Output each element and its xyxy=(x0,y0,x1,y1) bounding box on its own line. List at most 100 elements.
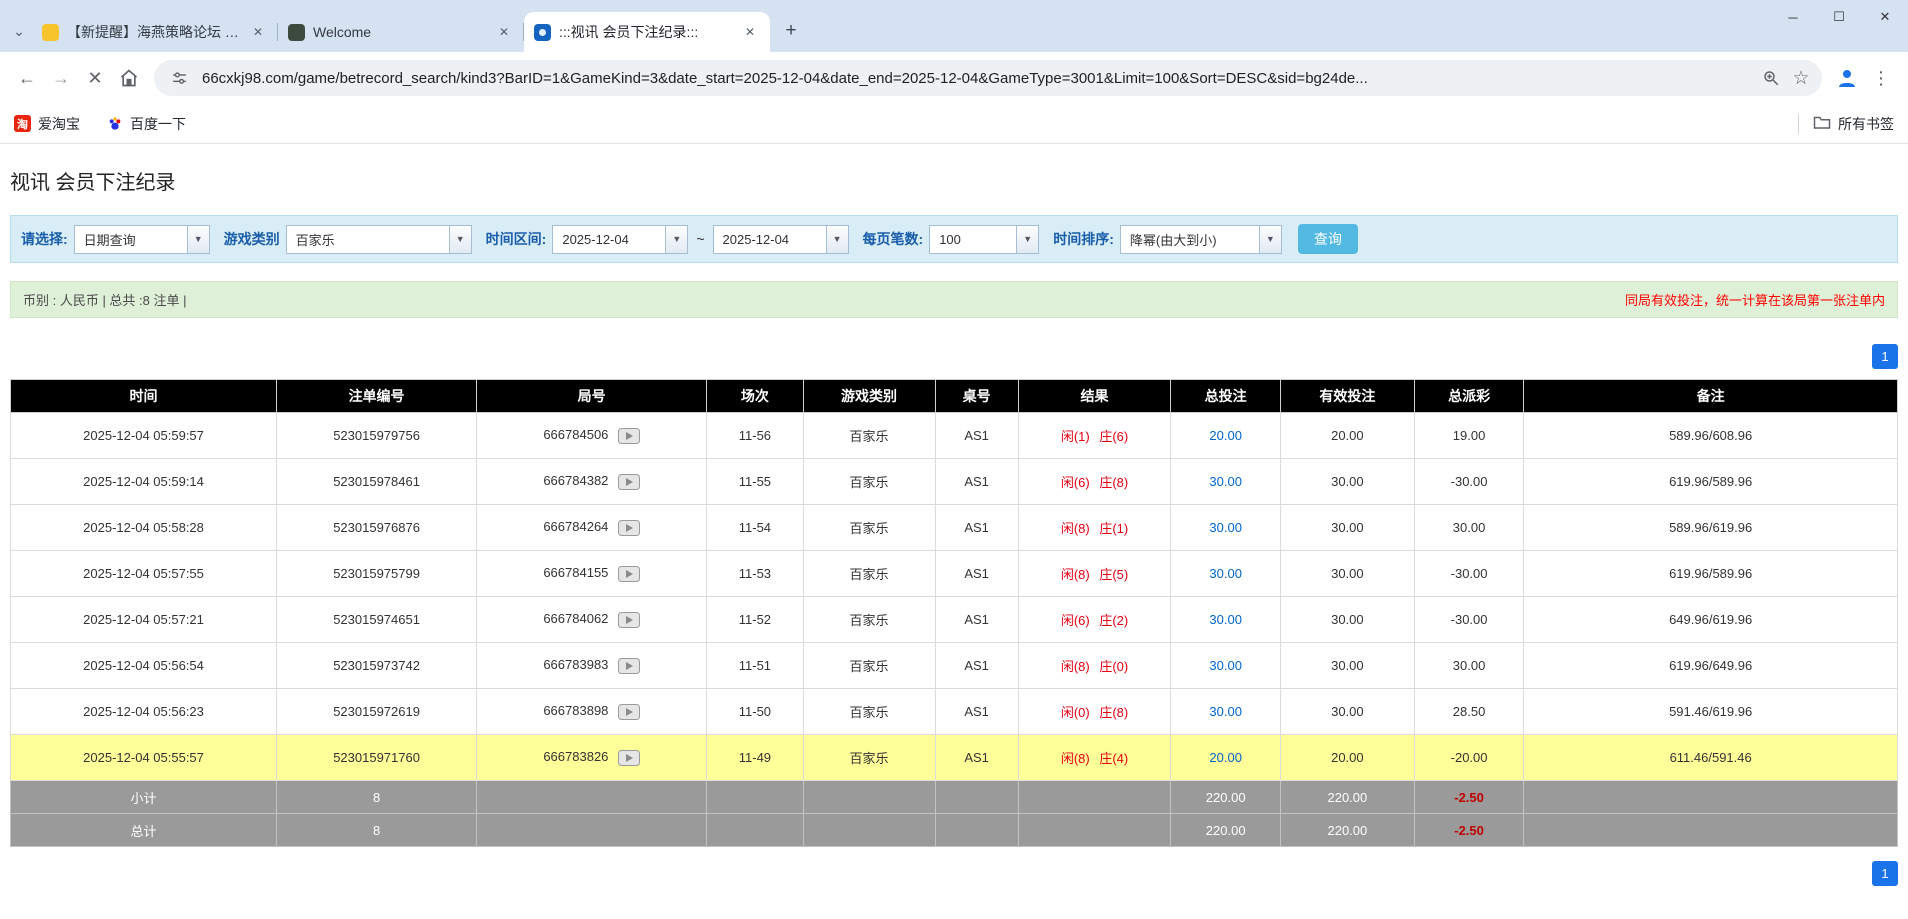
total-count: 8 xyxy=(276,813,478,847)
page-1-button[interactable]: 1 xyxy=(1872,344,1898,369)
cell-total-bet: 30.00 xyxy=(1170,550,1281,597)
cell-bet-id: 523015974651 xyxy=(276,596,478,643)
site-settings-icon[interactable] xyxy=(164,63,194,93)
total-bet-link[interactable]: 30.00 xyxy=(1209,566,1242,581)
bookmark-star-icon[interactable]: ☆ xyxy=(1786,63,1816,93)
total-bet-link[interactable]: 30.00 xyxy=(1209,612,1242,627)
sort-select[interactable]: 降幂(由大到小) ▼ xyxy=(1119,224,1282,254)
cell-time: 2025-12-04 05:56:54 xyxy=(9,642,278,689)
round-video-icon[interactable] xyxy=(618,519,641,536)
tab-welcome[interactable]: Welcome ✕ xyxy=(278,12,524,52)
total-bet-link[interactable]: 30.00 xyxy=(1209,520,1242,535)
back-icon[interactable]: ← xyxy=(10,61,44,95)
table-row: 2025-12-04 05:59:14 523015978461 6667843… xyxy=(9,458,1898,505)
url-bar[interactable]: 66cxkj98.com/game/betrecord_search/kind3… xyxy=(154,60,1822,96)
cell-remark: 619.96/649.96 xyxy=(1523,642,1898,689)
tab-search-chevron-icon[interactable]: ⌄ xyxy=(6,14,32,48)
page-title: 视讯 会员下注纪录 xyxy=(10,172,176,194)
forum-favicon-icon xyxy=(42,23,59,41)
round-number: 666784264 xyxy=(543,519,609,535)
forward-icon[interactable]: → xyxy=(44,61,78,95)
date-end-input[interactable]: 2025-12-04 ▼ xyxy=(712,224,849,254)
bookmark-aitaobao[interactable]: 淘 爱淘宝 xyxy=(14,114,80,134)
round-video-icon[interactable] xyxy=(618,749,641,766)
cell-result: 闲(0) 庄(8) xyxy=(1017,688,1172,735)
cell-total-bet: 30.00 xyxy=(1170,504,1281,551)
per-page-input[interactable]: 100 ▼ xyxy=(929,224,1040,254)
maximize-button[interactable]: ☐ xyxy=(1816,0,1862,34)
game-type-select[interactable]: 百家乐 ▼ xyxy=(285,224,472,254)
round-number: 666784382 xyxy=(543,473,609,489)
total-bet-link[interactable]: 30.00 xyxy=(1209,704,1242,719)
chevron-down-icon[interactable]: ▼ xyxy=(1258,225,1281,253)
cell-game-type: 百家乐 xyxy=(802,412,936,459)
cell-total-bet: 20.00 xyxy=(1170,734,1281,781)
tab-forum[interactable]: 【新提醒】海燕策略论坛 - 综合 ✕ xyxy=(32,12,278,52)
round-video-icon[interactable] xyxy=(618,473,641,490)
bookmark-baidu[interactable]: 百度一下 xyxy=(106,114,186,134)
table-row: 2025-12-04 05:55:57 523015971760 6667838… xyxy=(9,734,1898,781)
result-banker: 庄(5) xyxy=(1099,567,1129,582)
tab-close-icon[interactable]: ✕ xyxy=(494,22,514,42)
table-row: 2025-12-04 05:56:23 523015972619 6667838… xyxy=(9,688,1898,735)
stop-loading-icon[interactable]: ✕ xyxy=(78,61,112,95)
tab-bet-records[interactable]: :::视讯 会员下注纪录::: ✕ xyxy=(524,12,770,52)
total-bet-link[interactable]: 20.00 xyxy=(1209,750,1242,765)
round-video-icon[interactable] xyxy=(618,703,641,720)
url-input[interactable]: 66cxkj98.com/game/betrecord_search/kind3… xyxy=(202,70,1756,87)
date-start-value: 2025-12-04 xyxy=(562,231,629,247)
chevron-down-icon[interactable]: ▼ xyxy=(1016,225,1039,253)
tab-close-icon[interactable]: ✕ xyxy=(740,22,760,42)
result-player: 闲(8) xyxy=(1060,567,1090,582)
round-number: 666784062 xyxy=(543,611,609,627)
cell-payout: 28.50 xyxy=(1413,688,1525,735)
cell-remark: 591.46/619.96 xyxy=(1523,688,1898,735)
result-player: 闲(8) xyxy=(1060,751,1090,766)
chevron-down-icon[interactable]: ▼ xyxy=(665,225,688,253)
header-total-bet: 总投注 xyxy=(1170,379,1281,413)
home-icon[interactable] xyxy=(112,61,146,95)
chevron-down-icon[interactable]: ▼ xyxy=(825,225,848,253)
cell-result: 闲(8) 庄(4) xyxy=(1017,734,1172,781)
round-number: 666783826 xyxy=(543,749,609,765)
tab-close-icon[interactable]: ✕ xyxy=(248,22,268,42)
table-row: 2025-12-04 05:57:55 523015975799 6667841… xyxy=(9,550,1898,597)
cell-total-bet: 20.00 xyxy=(1170,412,1281,459)
cell-result: 闲(6) 庄(8) xyxy=(1017,458,1172,505)
round-video-icon[interactable] xyxy=(618,427,641,444)
date-start-input[interactable]: 2025-12-04 ▼ xyxy=(552,224,689,254)
query-type-value: 日期查询 xyxy=(83,232,136,248)
taobao-icon: 淘 xyxy=(14,115,31,132)
chevron-down-icon[interactable]: ▼ xyxy=(186,225,209,253)
tab-title: Welcome xyxy=(313,24,372,40)
zoom-icon[interactable] xyxy=(1756,63,1786,93)
subtotal-valid-bet: 220.00 xyxy=(1279,780,1415,814)
chevron-down-icon[interactable]: ▼ xyxy=(448,225,471,253)
cell-remark: 611.46/591.46 xyxy=(1523,734,1898,781)
cell-bet-id: 523015976876 xyxy=(276,504,478,551)
page-1-button[interactable]: 1 xyxy=(1872,861,1898,886)
round-video-icon[interactable] xyxy=(618,565,641,582)
cell-round: 666784506 xyxy=(476,412,708,459)
round-video-icon[interactable] xyxy=(618,611,641,628)
cell-payout: 30.00 xyxy=(1413,642,1525,689)
all-bookmarks-label: 所有书签 xyxy=(1838,115,1894,132)
total-bet-link[interactable]: 30.00 xyxy=(1209,474,1242,489)
bookmarks-divider xyxy=(1798,113,1799,134)
round-number: 666784506 xyxy=(543,427,609,443)
subtotal-count: 8 xyxy=(276,780,478,814)
profile-avatar[interactable] xyxy=(1830,61,1864,95)
minimize-button[interactable]: ─ xyxy=(1770,0,1816,34)
round-video-icon[interactable] xyxy=(618,657,641,674)
close-button[interactable]: ✕ xyxy=(1862,0,1908,34)
total-bet-link[interactable]: 30.00 xyxy=(1209,658,1242,673)
query-type-select[interactable]: 日期查询 ▼ xyxy=(73,224,210,254)
total-bet-link[interactable]: 20.00 xyxy=(1209,428,1242,443)
result-banker: 庄(4) xyxy=(1099,751,1129,766)
cell-valid-bet: 30.00 xyxy=(1279,642,1415,689)
new-tab-button[interactable]: + xyxy=(776,16,806,46)
search-button[interactable]: 查询 xyxy=(1297,224,1358,254)
result-banker: 庄(8) xyxy=(1099,475,1129,490)
browser-menu-icon[interactable]: ⋮ xyxy=(1864,61,1898,95)
all-bookmarks-button[interactable]: 所有书签 xyxy=(1798,113,1894,134)
